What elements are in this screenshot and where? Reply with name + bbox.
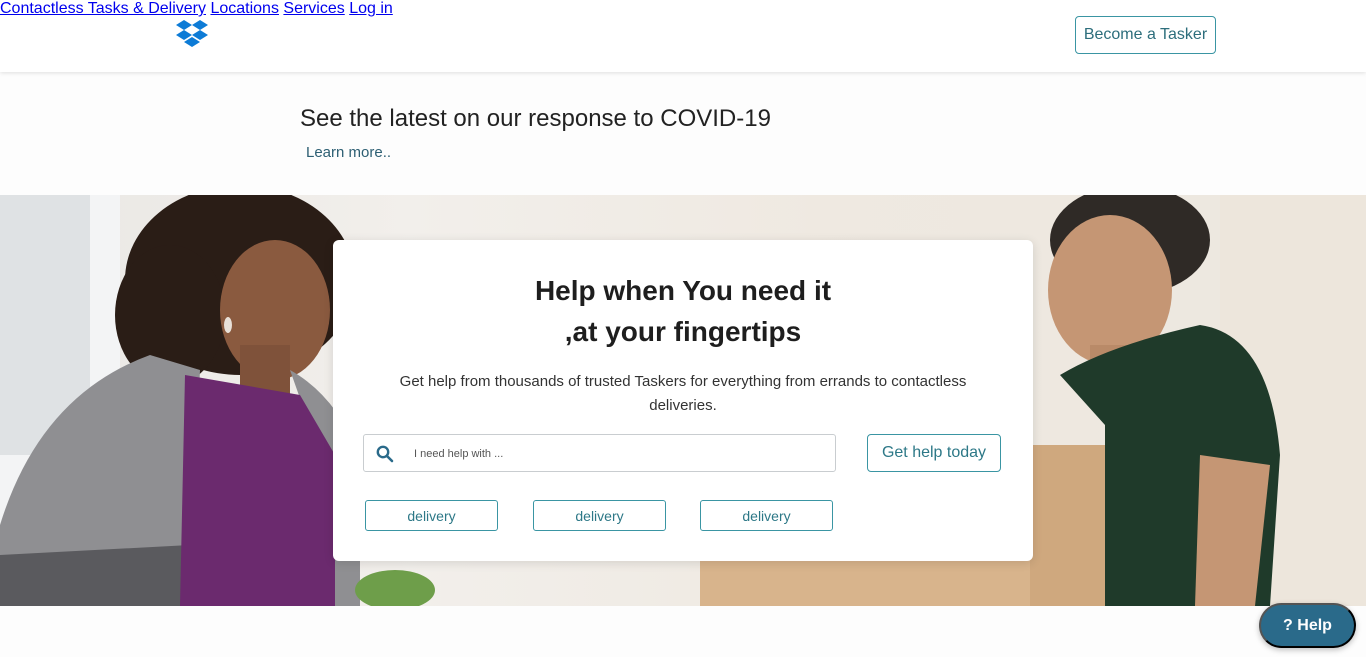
nav-services[interactable]: Services [283,0,344,17]
help-chat-button[interactable]: ? Help [1259,603,1356,648]
covid-title: See the latest on our response to COVID-… [300,105,771,132]
hero-card: Help when You need it ,at your fingertip… [333,240,1033,561]
learn-more-link[interactable]: Learn more.. [306,144,391,161]
suggestion-chip-delivery[interactable]: delivery [700,500,833,531]
hero-title-line2: ,at your fingertips [564,316,802,347]
suggestion-chip-delivery[interactable]: delivery [533,500,666,531]
hero-subtitle: Get help from thousands of trusted Taske… [399,373,967,414]
get-help-today-button[interactable]: Get help today [867,434,1001,472]
hero-section: Help when You need it ,at your fingertip… [0,195,1366,606]
site-header: Contactless Tasks & Delivery Locations S… [0,0,1366,72]
hero-title: Help when You need it ,at your fingertip… [333,270,1033,352]
search-box[interactable] [363,434,836,472]
dropbox-logo-icon[interactable] [175,19,209,51]
covid-banner: See the latest on our response to COVID-… [0,72,1366,195]
search-icon [376,445,394,463]
suggestion-chip-delivery[interactable]: delivery [365,500,498,531]
become-tasker-button[interactable]: Become a Tasker [1075,16,1216,54]
hero-title-line1: Help when You need it [534,275,832,306]
nav-locations[interactable]: Locations [210,0,279,17]
nav-contactless-tasks[interactable]: Contactless Tasks & Delivery [0,0,206,17]
nav-login[interactable]: Log in [349,0,393,17]
search-input[interactable] [414,443,824,465]
